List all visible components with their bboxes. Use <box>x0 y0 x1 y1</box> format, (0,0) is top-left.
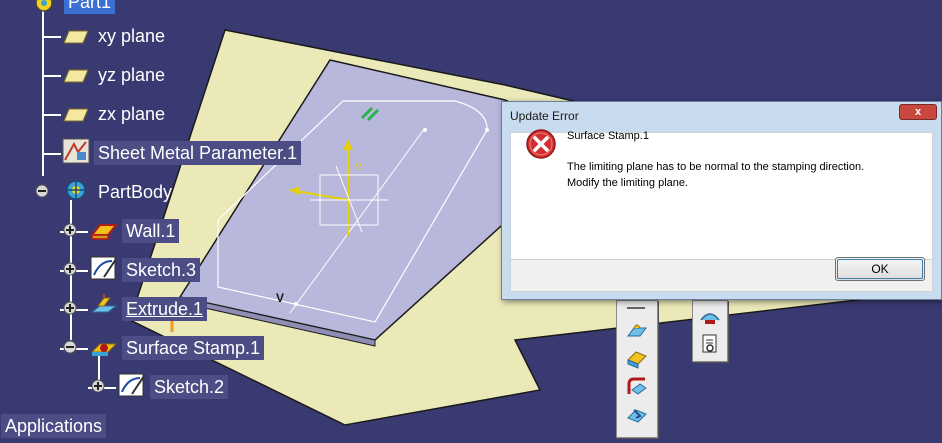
sheet-metal-toolbar-right <box>692 300 728 362</box>
document-icon[interactable] <box>698 332 722 356</box>
error-message-body: The limiting plane has to be normal to t… <box>567 159 864 191</box>
wall-icon <box>90 218 118 244</box>
part-icon <box>30 0 58 16</box>
stamp-surface-icon[interactable] <box>698 305 722 329</box>
tree-item-sketch-2[interactable]: Sketch.2 <box>150 375 229 399</box>
tree-item-sheet-metal-parameter[interactable]: Sheet Metal Parameter.1 <box>94 141 302 165</box>
flange-tool-icon[interactable] <box>625 347 649 371</box>
surface-stamp-icon <box>90 334 118 360</box>
cut-tool-icon[interactable] <box>625 403 649 427</box>
tree-item-yz-plane[interactable]: yz plane <box>94 63 169 87</box>
svg-text:V: V <box>355 162 362 173</box>
bend-tool-icon[interactable] <box>625 375 649 399</box>
error-message-title: Surface Stamp.1 <box>567 130 649 142</box>
stamp-tool-icon[interactable] <box>625 319 649 343</box>
expand-icon[interactable] <box>63 262 77 276</box>
expand-icon[interactable] <box>63 223 77 237</box>
tree-item-wall[interactable]: Wall.1 <box>122 219 180 243</box>
plane-icon <box>62 63 90 89</box>
expand-icon[interactable] <box>63 301 77 315</box>
collapse-icon[interactable] <box>63 340 77 354</box>
dialog-content <box>510 132 933 260</box>
plane-icon <box>62 24 90 50</box>
tree-item-xy-plane[interactable]: xy plane <box>94 24 169 48</box>
close-button[interactable]: x <box>899 104 937 120</box>
sketch-icon <box>118 372 146 398</box>
sheet-metal-toolbar-left <box>616 300 658 438</box>
tree-item-surface-stamp[interactable]: Surface Stamp.1 <box>122 336 265 360</box>
expand-icon[interactable] <box>91 379 105 393</box>
partbody-icon <box>62 177 90 203</box>
error-icon <box>525 128 557 165</box>
error-message-line-1: The limiting plane has to be normal to t… <box>567 161 865 173</box>
plane-icon <box>62 102 90 128</box>
tree-item-applications[interactable]: Applications <box>1 414 107 438</box>
sheet-metal-parameter-icon <box>62 138 90 164</box>
axis-v-label: V <box>276 291 284 305</box>
extrude-icon <box>90 294 118 320</box>
tree-item-sketch-3[interactable]: Sketch.3 <box>122 258 201 282</box>
tree-root-part[interactable]: Part1 <box>64 0 116 14</box>
dialog-title: Update Error <box>510 109 579 123</box>
tree-item-extrude[interactable]: Extrude.1 <box>122 297 208 321</box>
error-message-line-2: Modify the limiting plane. <box>567 177 689 189</box>
ok-button[interactable]: OK <box>835 257 925 281</box>
sketch-icon <box>90 255 118 281</box>
update-error-dialog: Update Error x Surface Stamp.1 The limit… <box>501 101 942 300</box>
tree-item-zx-plane[interactable]: zx plane <box>94 102 169 126</box>
tree-item-partbody[interactable]: PartBody <box>94 180 176 204</box>
collapse-icon[interactable] <box>35 184 49 198</box>
